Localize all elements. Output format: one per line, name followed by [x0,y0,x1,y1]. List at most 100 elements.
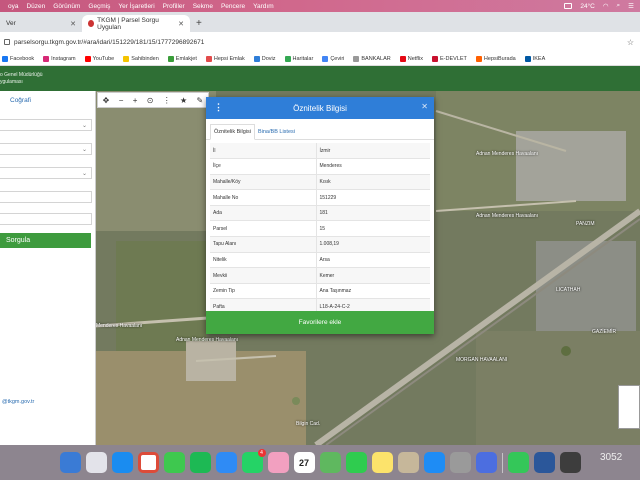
bookmark-item[interactable]: E-DEVLET [432,55,467,62]
close-icon[interactable]: ✕ [421,102,428,111]
favorite-star-icon[interactable]: ★ [180,96,187,105]
screenshot-thumbnail[interactable] [618,385,640,429]
tab-building-list[interactable]: Bina/BB Listesi [255,125,298,139]
bookmark-label: YouTube [92,55,115,62]
finder-icon[interactable] [59,452,81,473]
attribute-key: İlçe [210,158,317,175]
add-favorite-button[interactable]: Favorilere ekle [206,311,434,334]
control-center-icon[interactable]: ☰ [628,2,634,10]
search-button[interactable]: Sorgula [0,233,91,248]
word-icon[interactable] [533,452,555,473]
bookmark-item[interactable]: Facebook [2,55,34,62]
bookmark-item[interactable]: Sahibinden [123,55,159,62]
facetime-icon[interactable] [345,452,367,473]
bookmark-item[interactable]: Netflix [399,55,424,62]
query-field[interactable] [0,191,92,203]
attribute-value: Kemer [316,267,430,284]
bookmark-item[interactable]: Doviz [253,55,276,62]
menu-item[interactable]: Yer İşaretleri [118,3,154,10]
photos-icon[interactable] [267,452,289,473]
bookmark-label: HepsiBurada [483,55,516,62]
tab-cografi[interactable]: Coğrafi [10,97,31,104]
search-icon[interactable]: ⌕ [617,2,621,10]
preview-icon[interactable] [475,452,497,473]
calendar-icon[interactable]: 27 [293,452,315,473]
wifi-icon[interactable]: ◠ [603,2,609,10]
zoom-out-icon[interactable]: − [119,96,124,105]
bookmark-favicon-icon [205,55,212,62]
menu-item[interactable]: Görünüm [53,3,80,10]
query-field[interactable]: ⌄ [0,143,92,155]
bookmark-item[interactable]: Emlakjet [167,55,197,62]
browser-tab[interactable]: Ver ✕ [0,15,82,32]
display-icon[interactable] [564,3,573,9]
site-header: o Genel Müdürlüğü ygulaması [0,66,640,91]
move-icon[interactable]: ✥ [103,96,110,105]
bookmark-item[interactable]: HepsiBurada [475,55,516,62]
bookmark-item[interactable]: YouTube [84,55,115,62]
kebab-menu-icon[interactable]: ⋮ [214,102,223,113]
url-text[interactable]: parselsorgu.tkgm.gov.tr/#ara/idari/15122… [14,39,204,46]
attribute-row: Ada 181 [210,205,430,222]
query-panel: Coğrafi ⌄ ⌄ ⌄ Sorgula @tkgm.gov.tr [0,91,96,445]
attribute-dialog: ⋮ Öznitelik Bilgisi ✕ Öznitelik Bilgisi … [206,97,434,334]
menu-item[interactable]: Sekme [193,3,213,10]
safari-icon[interactable] [111,452,133,473]
chrome-icon[interactable] [137,452,159,473]
bookmark-favicon-icon [43,55,50,62]
attribute-table: İl İzmir İlçe Menderes Mahalle/Köy Kısık Mahal… [210,143,430,316]
menu-item[interactable]: oya [8,3,18,10]
bookmark-item[interactable]: Hepsi Emlak [205,55,245,62]
settings-icon[interactable] [449,452,471,473]
tab-attribute-info[interactable]: Öznitelik Bilgisi [210,124,255,140]
menu-item[interactable]: Pencere [221,3,245,10]
locate-icon[interactable]: ⊙ [147,96,154,105]
launchpad-icon[interactable] [85,452,107,473]
whatsapp-icon[interactable]: 4 [241,449,266,473]
map-place-label: Adnan Menderes Havaalanı [476,213,538,219]
query-field[interactable]: ⌄ [0,167,92,179]
menu-item[interactable]: Geçmiş [88,3,110,10]
messages-icon[interactable] [163,452,185,473]
bookmark-item[interactable]: BANKALAR [353,55,391,62]
weather-temperature[interactable]: 24°C [580,3,595,10]
measure-icon[interactable]: ⋮ [163,96,171,105]
browser-tab-active[interactable]: TKGM | Parsel Sorgu Uygulan ✕ [82,15,190,32]
zoom-in-icon[interactable]: + [133,96,138,105]
bookmark-item[interactable]: Instagram [43,55,76,62]
bookmark-favicon-icon [253,55,260,62]
new-tab-icon[interactable]: + [196,15,202,32]
notes-icon[interactable] [371,452,393,473]
contact-email[interactable]: @tkgm.gov.tr [0,399,34,405]
contacts-icon[interactable] [397,452,419,473]
maps-icon[interactable] [319,452,341,473]
attribute-row: Zemin Tip Ana Taşınmaz [210,283,430,300]
mail-icon[interactable] [215,452,237,473]
phone-icon[interactable] [507,452,529,473]
close-tab-icon[interactable]: ✕ [178,20,184,28]
spotify-icon[interactable] [189,452,211,473]
app-store-icon[interactable] [423,452,445,473]
query-field[interactable] [0,213,92,225]
draw-icon[interactable]: ✎ [197,96,204,105]
screen-icon[interactable] [559,452,581,473]
bookmark-label: Instagram [51,55,76,62]
menu-item[interactable]: Yardım [253,3,273,10]
attribute-row: İl İzmir [210,143,430,160]
site-info-icon[interactable] [4,39,10,45]
bookmark-item[interactable]: Haritalar [284,55,313,62]
bookmark-item[interactable]: IKEA [524,55,545,62]
menu-item[interactable]: Düzen [26,3,45,10]
address-bar[interactable]: parselsorgu.tkgm.gov.tr/#ara/idari/15122… [0,32,640,52]
bookmark-label: Netflix [407,55,424,62]
map-place-label: PANZIM [576,221,595,227]
query-field[interactable]: ⌄ [0,119,92,131]
bookmark-star-icon[interactable]: ☆ [627,38,634,47]
attribute-row: Nitelik Arsa [210,252,430,269]
bookmark-label: Sahibinden [131,55,159,62]
close-tab-icon[interactable]: ✕ [70,20,76,28]
menu-item[interactable]: Profiller [163,3,185,10]
browser-tab-bar: Ver ✕ TKGM | Parsel Sorgu Uygulan ✕ + [0,12,640,32]
attribute-key: Mahalle No [210,189,317,206]
bookmark-item[interactable]: Çeviri [322,55,344,62]
